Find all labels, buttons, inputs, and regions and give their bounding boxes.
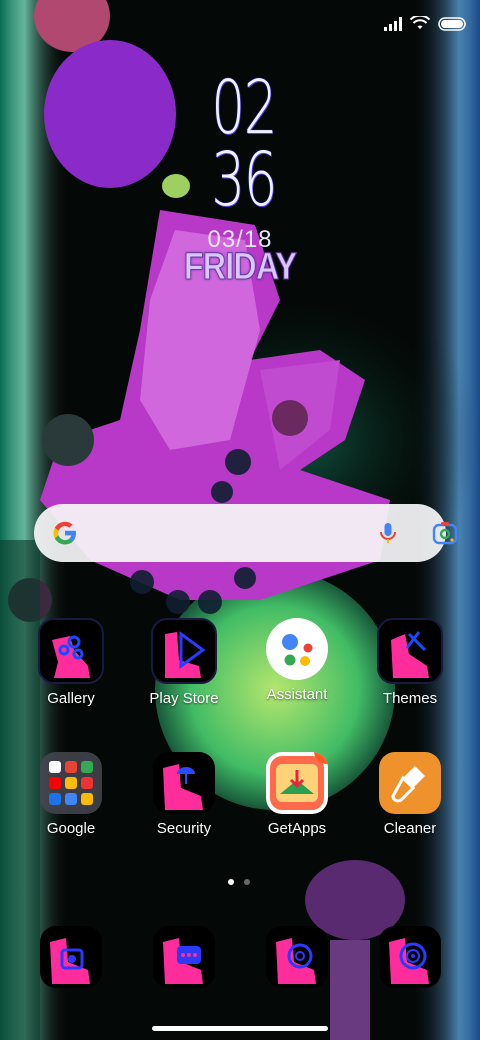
app-label: Gallery xyxy=(47,690,95,707)
dock-messages[interactable] xyxy=(128,926,240,988)
clock-minutes: 36 xyxy=(211,137,277,223)
messages-icon xyxy=(153,926,215,988)
themes-icon xyxy=(377,618,443,684)
dock-phone[interactable] xyxy=(15,926,127,988)
security-icon xyxy=(153,752,215,814)
google-folder-icon xyxy=(40,752,102,814)
app-themes[interactable]: Themes xyxy=(354,618,466,707)
google-search-bar[interactable] xyxy=(34,504,458,562)
app-label: Cleaner xyxy=(383,820,437,837)
play-store-icon xyxy=(151,618,217,684)
app-label: GetApps xyxy=(267,820,327,837)
browser-icon xyxy=(266,926,328,988)
cleaner-icon xyxy=(379,752,441,814)
app-label: Play Store xyxy=(149,690,219,707)
status-bar xyxy=(384,16,466,31)
getapps-icon: 30 xyxy=(266,752,328,814)
wifi-icon xyxy=(410,16,430,29)
app-security[interactable]: Security xyxy=(128,752,240,837)
battery-icon xyxy=(438,16,466,31)
mic-icon[interactable] xyxy=(376,521,400,545)
dock-camera[interactable] xyxy=(354,926,466,988)
camera-icon xyxy=(379,926,441,988)
app-getapps[interactable]: 30 GetApps xyxy=(241,752,353,837)
page-indicator[interactable] xyxy=(228,879,250,885)
app-cleaner[interactable]: Cleaner xyxy=(354,752,466,837)
gallery-icon xyxy=(38,618,104,684)
clock-hours: 02 xyxy=(211,65,277,151)
google-logo-icon xyxy=(53,521,76,545)
phone-icon xyxy=(40,926,102,988)
app-label: Security xyxy=(156,820,212,837)
clock-day: FRIDAY xyxy=(183,246,297,289)
google-lens-icon[interactable] xyxy=(432,521,458,545)
page-dot[interactable] xyxy=(244,879,250,885)
app-play-store[interactable]: Play Store xyxy=(128,618,240,707)
page-dot-active[interactable] xyxy=(228,879,234,885)
folder-google[interactable]: Google xyxy=(15,752,127,837)
app-label: Assistant xyxy=(266,686,328,703)
dock-browser[interactable] xyxy=(241,926,353,988)
assistant-icon xyxy=(266,618,328,680)
home-gesture-bar[interactable] xyxy=(152,1026,328,1031)
app-gallery[interactable]: Gallery xyxy=(15,618,127,707)
app-label: Themes xyxy=(382,690,438,707)
signal-icon xyxy=(384,16,402,31)
app-assistant[interactable]: Assistant xyxy=(241,618,353,703)
app-label: Google xyxy=(46,820,96,837)
